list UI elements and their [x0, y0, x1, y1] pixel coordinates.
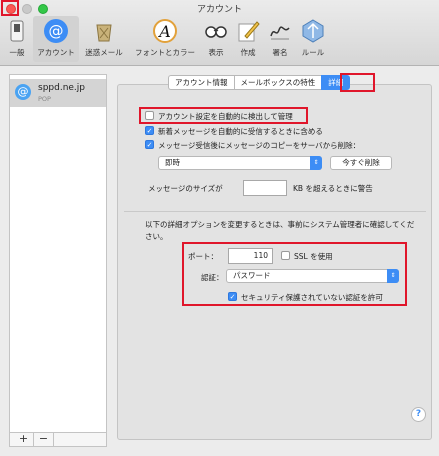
delete-timing-value: 即時	[165, 158, 180, 167]
tab-bar: アカウント情報 メールボックスの特性 詳細	[168, 75, 351, 90]
toolbar-rules[interactable]: ルール	[298, 16, 328, 62]
toolbar-label: 署名	[272, 48, 288, 57]
toolbar-junk[interactable]: 迷惑メール	[82, 16, 126, 62]
toolbar-label: 迷惑メール	[85, 48, 123, 57]
svg-text:@: @	[49, 22, 64, 40]
toolbar-label: アカウント	[37, 48, 75, 57]
toolbar-accounts[interactable]: @ アカウント	[33, 16, 79, 62]
auto-detect-label: アカウント設定を自動的に検出して管理	[158, 112, 293, 121]
advanced-notice: 以下の詳細オプションを変更するときは、事前にシステム管理者に確認してください。	[145, 220, 415, 241]
window-title: アカウント	[196, 5, 242, 15]
auth-label: 認証：	[201, 273, 224, 282]
add-account-button[interactable]: +	[14, 433, 34, 446]
account-detail-panel	[117, 84, 432, 440]
toolbar-label: 一般	[9, 48, 25, 57]
tab-advanced[interactable]: 詳細	[321, 75, 351, 90]
font-color-icon: A	[153, 19, 177, 43]
toolbar-label: ルール	[301, 48, 325, 57]
account-type: POP	[38, 95, 51, 103]
toolbar-general[interactable]: 一般	[4, 16, 30, 62]
delete-copy-label: メッセージ受信後にメッセージのコピーをサーバから削除：	[158, 141, 361, 150]
glasses-icon	[205, 26, 227, 38]
delete-timing-select[interactable]: 即時 ⇕	[158, 156, 322, 170]
help-button[interactable]: ?	[411, 407, 426, 422]
svg-text:A: A	[157, 22, 171, 41]
port-input[interactable]: 110	[228, 248, 273, 264]
toolbar-viewing[interactable]: 表示	[202, 16, 230, 62]
account-name: sppd.ne.jp	[38, 83, 86, 93]
sidebar-footer: + −	[10, 432, 106, 446]
tab-account-info[interactable]: アカウント情報	[168, 75, 234, 90]
auth-value: パスワード	[233, 271, 271, 280]
toolbar-fonts-colors[interactable]: A フォントとカラー	[131, 16, 199, 62]
include-auto-receive-label: 新着メッセージを自動的に受信するときに含める	[158, 127, 323, 136]
auto-detect-checkbox[interactable]	[145, 111, 154, 120]
delete-copy-checkbox[interactable]: ✓	[145, 140, 154, 149]
port-label: ポート：	[188, 252, 218, 261]
chevron-updown-icon: ⇕	[310, 156, 322, 170]
size-warning-input[interactable]	[243, 180, 287, 196]
general-switch-icon	[10, 20, 24, 42]
toolbar-label: 作成	[240, 48, 256, 57]
auth-select[interactable]: パスワード ⇕	[226, 269, 399, 283]
at-sign-icon: @	[15, 84, 31, 100]
at-sign-icon: @	[44, 19, 68, 43]
accounts-sidebar: @ sppd.ne.jp POP + −	[9, 74, 107, 447]
toolbar-composing[interactable]: 作成	[234, 16, 262, 62]
toolbar-label: フォントとカラー	[135, 48, 195, 57]
size-warning-prefix: メッセージのサイズが	[148, 184, 223, 193]
allow-insecure-label: セキュリティ保護されていない認証を許可	[241, 293, 383, 302]
chevron-updown-icon: ⇕	[387, 269, 399, 283]
rules-icon	[302, 19, 324, 43]
delete-now-button[interactable]: 今すぐ削除	[330, 156, 392, 170]
account-list-item[interactable]: @ sppd.ne.jp POP	[10, 79, 106, 107]
tab-mailbox-behaviors[interactable]: メールボックスの特性	[233, 75, 322, 90]
pencil-icon	[238, 21, 260, 42]
ssl-label: SSL を使用	[294, 252, 333, 261]
signature-icon	[270, 26, 290, 40]
allow-insecure-checkbox[interactable]: ✓	[228, 292, 237, 301]
toolbar-signatures[interactable]: 署名	[266, 16, 294, 62]
junk-trash-icon	[96, 24, 112, 42]
toolbar-label: 表示	[208, 48, 224, 57]
window-titlebar: アカウント 一般 @ アカウント 迷惑メール A フォントとカラー 表示 作成 …	[0, 0, 439, 66]
include-auto-receive-checkbox[interactable]: ✓	[145, 126, 154, 135]
ssl-checkbox[interactable]	[281, 251, 290, 260]
remove-account-button[interactable]: −	[34, 433, 54, 446]
size-warning-suffix: KB を超えるときに警告	[293, 184, 373, 193]
section-divider	[124, 211, 426, 212]
